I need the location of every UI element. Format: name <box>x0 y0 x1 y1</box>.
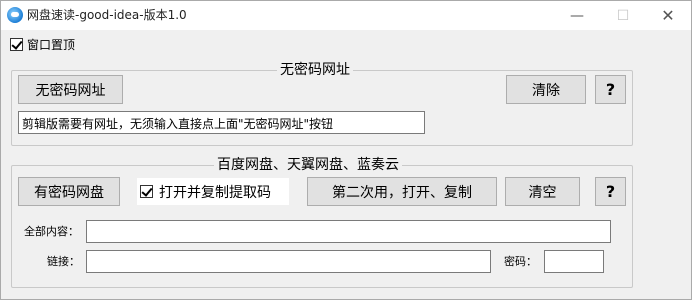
minimize-button[interactable]: — <box>554 1 600 30</box>
no-password-group-title: 无密码网址 <box>277 62 353 78</box>
topmost-checkbox[interactable] <box>10 38 23 51</box>
copy-code-toggle[interactable]: 打开并复制提取码 <box>137 178 289 205</box>
link-label: 链接： <box>47 255 80 268</box>
window-title: 网盘速读-good-idea-版本1.0 <box>27 8 187 22</box>
url-field[interactable]: 剪辑版需要有网址，无须输入直接点上面"无密码网址"按钮 <box>18 111 425 134</box>
cloud-drive-group-title: 百度网盘、天翼网盘、蓝奏云 <box>214 157 402 173</box>
topmost-toggle[interactable]: 窗口置顶 <box>10 36 75 53</box>
all-content-label: 全部内容： <box>24 225 79 238</box>
close-button[interactable]: ✕ <box>645 1 691 30</box>
app-cloud-icon <box>7 7 23 23</box>
password-label: 密码： <box>504 255 537 268</box>
help-button-2[interactable]: ? <box>595 177 626 206</box>
topmost-label: 窗口置顶 <box>27 38 76 52</box>
copy-code-checkbox[interactable] <box>140 185 153 198</box>
with-password-drive-button[interactable]: 有密码网盘 <box>18 177 120 206</box>
title-bar: 网盘速读-good-idea-版本1.0 — ☐ ✕ <box>1 1 691 30</box>
all-content-field[interactable] <box>86 220 611 243</box>
clear-all-button[interactable]: 清空 <box>505 177 580 206</box>
maximize-button[interactable]: ☐ <box>600 1 646 30</box>
clear-button[interactable]: 清除 <box>506 75 586 104</box>
copy-code-label: 打开并复制提取码 <box>159 184 271 201</box>
password-field[interactable] <box>544 250 604 273</box>
second-use-button[interactable]: 第二次用，打开、复制 <box>307 177 497 206</box>
help-button-1[interactable]: ? <box>595 75 626 104</box>
app-window: 网盘速读-good-idea-版本1.0 — ☐ ✕ 窗口置顶 无密码网址 无密… <box>0 0 692 300</box>
no-password-url-button[interactable]: 无密码网址 <box>18 75 123 104</box>
link-field[interactable] <box>86 250 491 273</box>
